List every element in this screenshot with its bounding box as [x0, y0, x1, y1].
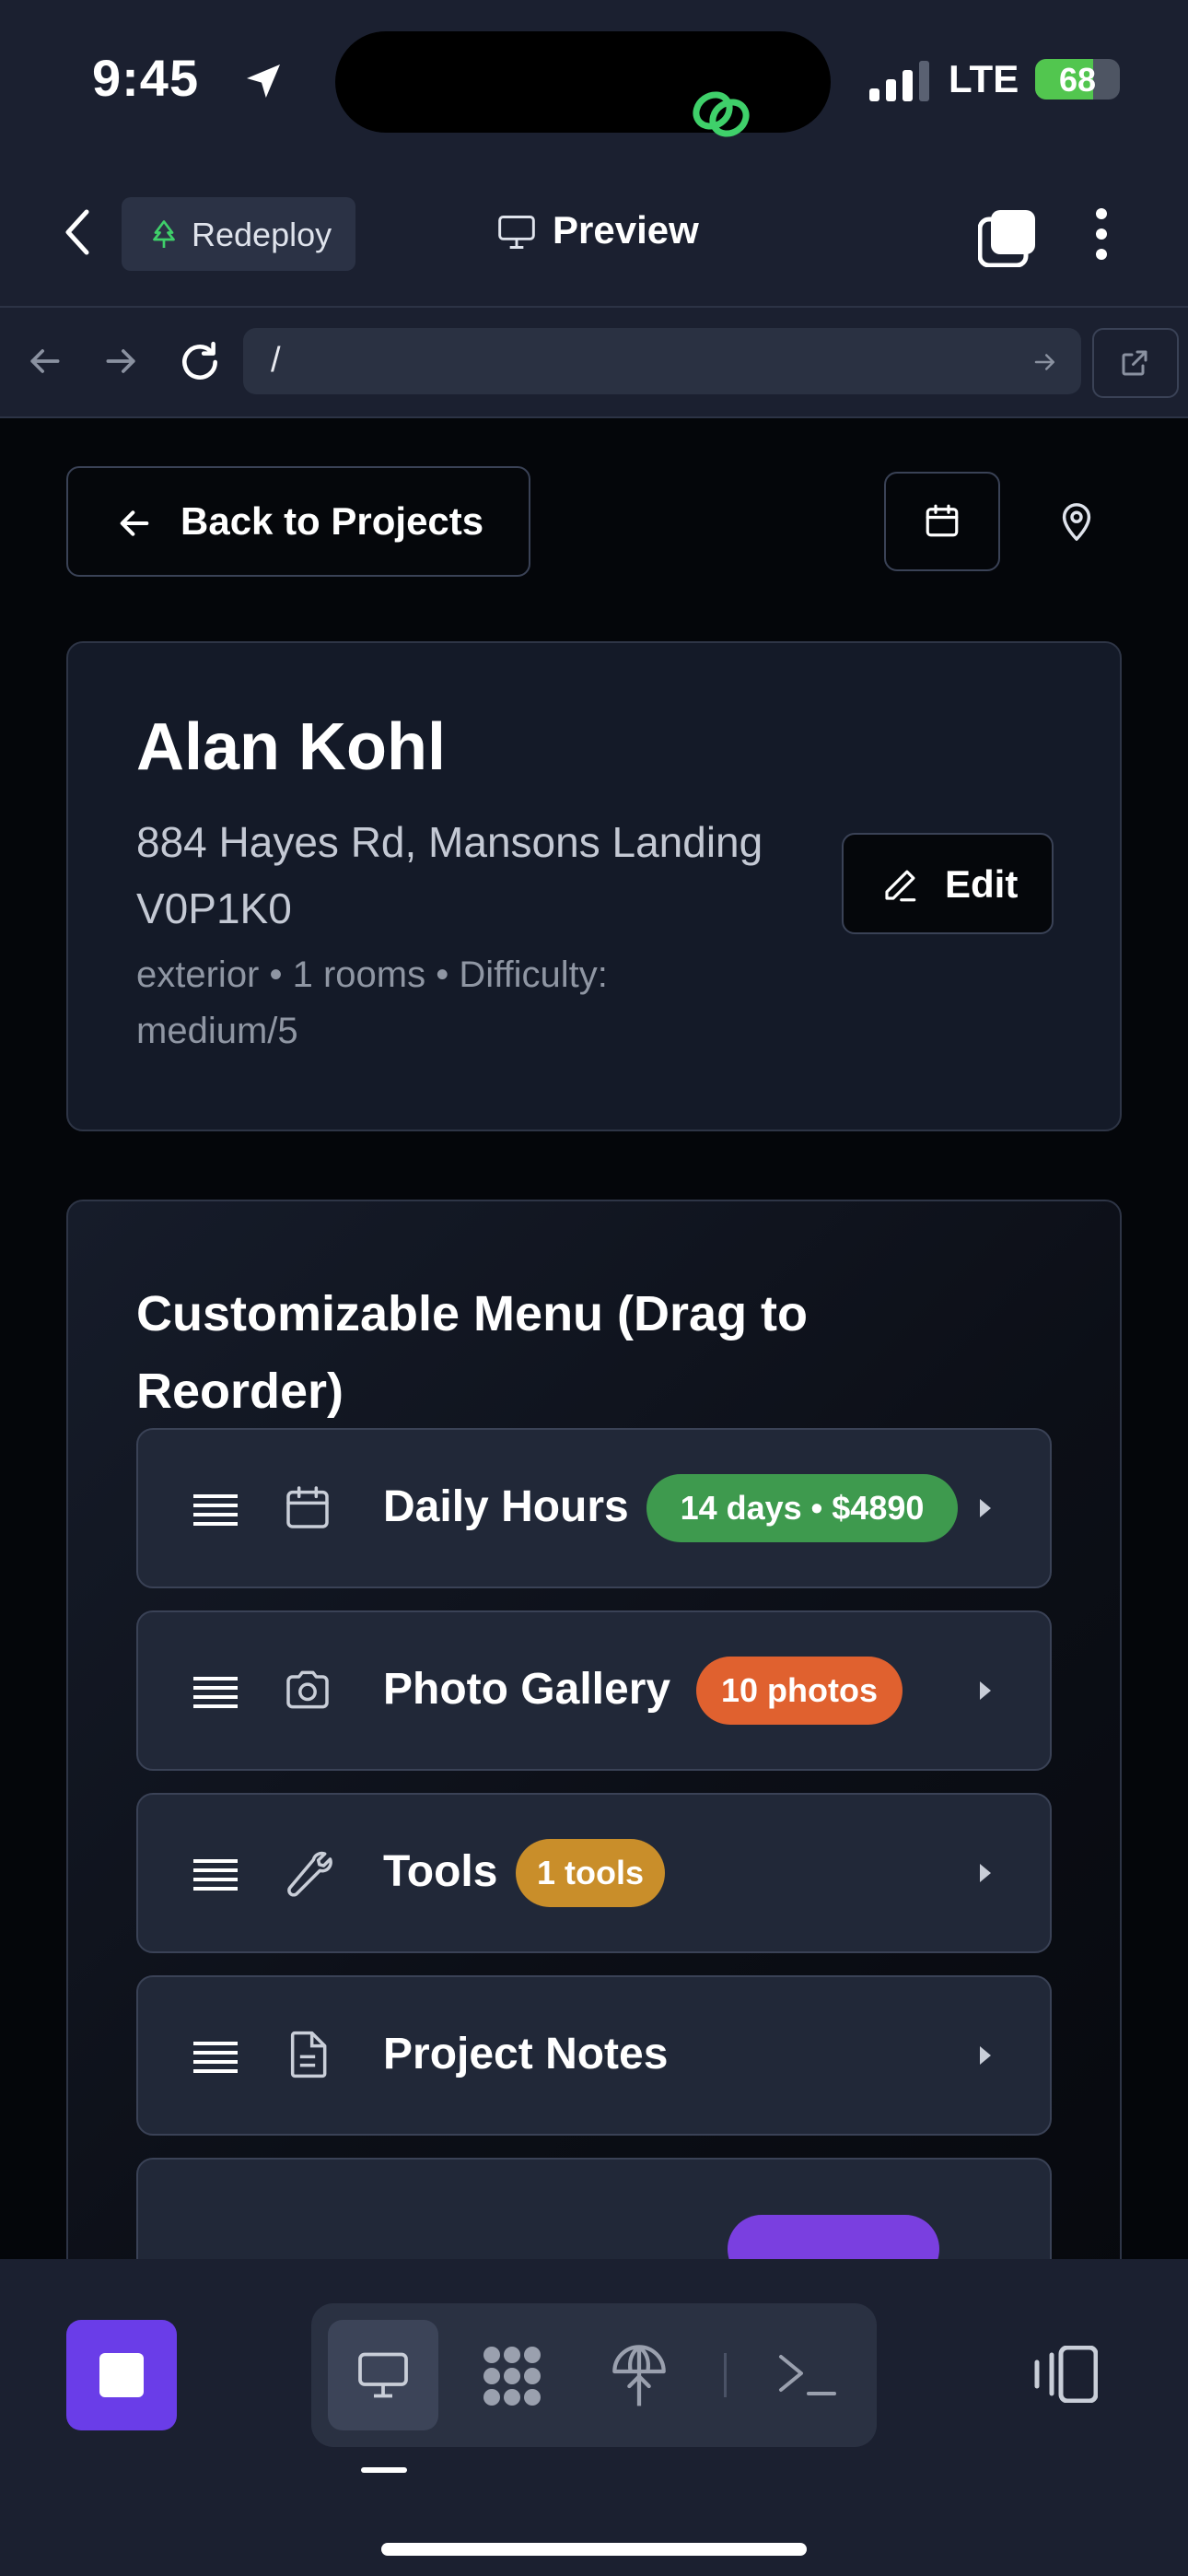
app-header: Redeploy Preview: [0, 166, 1188, 308]
menu-item-badge: 10 photos: [696, 1657, 903, 1725]
monitor-icon: [498, 216, 535, 249]
active-tab-indicator: [361, 2467, 407, 2473]
edit-label: Edit: [945, 862, 1019, 906]
toolbar-divider: [724, 2353, 727, 2397]
caret-right-icon: [980, 1499, 991, 1517]
device-layout-icon[interactable]: [1031, 2346, 1098, 2403]
menu-item-label: Daily Hours: [383, 1482, 629, 1531]
menu-item-badge: 1 tools: [516, 1839, 665, 1907]
drag-handle-icon[interactable]: [193, 1677, 238, 1708]
stop-icon: [99, 2353, 144, 2397]
project-info-card: Alan Kohl 884 Hayes Rd, Mansons Landing …: [66, 641, 1122, 1131]
arrow-left-icon: [120, 510, 149, 536]
tabs-icon[interactable]: [978, 208, 1037, 267]
redeploy-label: Redeploy: [192, 216, 332, 253]
open-external-button[interactable]: [1092, 328, 1179, 398]
monitor-icon: [358, 2352, 408, 2398]
network-type: LTE: [949, 57, 1019, 100]
menu-item-partial[interactable]: [136, 2158, 1052, 2259]
menu-item-photo-gallery[interactable]: Photo Gallery 10 photos: [136, 1610, 1052, 1771]
battery-indicator: 68: [1035, 59, 1120, 100]
menu-item-label: Project Notes: [383, 2030, 669, 2078]
menu-item-tools[interactable]: Tools 1 tools: [136, 1793, 1052, 1953]
url-input[interactable]: /: [243, 328, 1081, 394]
document-icon: [290, 2031, 327, 2078]
menu-title: Customizable Menu (Drag to Reorder): [136, 1286, 809, 1419]
calendar-button[interactable]: [884, 472, 1000, 571]
link-icon: [693, 91, 750, 137]
go-arrow-icon[interactable]: [1031, 348, 1059, 376]
address-line-1: 884 Hayes Rd, Mansons Landing: [136, 818, 763, 866]
battery-percentage: 68: [1058, 61, 1097, 99]
tool-extensions-button[interactable]: [457, 2320, 567, 2430]
redeploy-button[interactable]: Redeploy: [122, 197, 355, 271]
customizable-menu-card: Customizable Menu (Drag to Reorder) Dail…: [66, 1200, 1122, 2259]
pencil-icon: [885, 870, 916, 902]
status-time: 9:45: [92, 49, 200, 107]
edit-button[interactable]: Edit: [842, 833, 1054, 934]
dock-toolbar: [311, 2303, 877, 2447]
project-meta-line-1: exterior • 1 rooms • Difficulty:: [136, 954, 608, 995]
back-to-projects-label: Back to Projects: [181, 499, 484, 543]
extensions-grid-icon: [483, 2347, 541, 2406]
page-content: Back to Projects Alan Kohl 884 Hayes Rd,…: [0, 418, 1188, 2259]
location-arrow-icon: [247, 64, 280, 98]
url-text: /: [271, 341, 281, 380]
drag-handle-icon[interactable]: [193, 2042, 238, 2073]
arrow-right-icon[interactable]: [101, 341, 142, 381]
deploy-tree-icon: [153, 220, 175, 248]
external-link-icon: [1122, 350, 1147, 376]
menu-item-daily-hours[interactable]: Daily Hours 14 days • $4890: [136, 1428, 1052, 1588]
drag-handle-icon[interactable]: [193, 1494, 238, 1526]
tool-shell-button[interactable]: [753, 2320, 864, 2430]
bottom-dock: [0, 2259, 1188, 2576]
back-to-projects-button[interactable]: Back to Projects: [66, 466, 530, 577]
project-meta-line-2: medium/5: [136, 1011, 298, 1051]
tool-deploy-button[interactable]: [584, 2320, 694, 2430]
reload-icon[interactable]: [177, 339, 223, 385]
drag-handle-icon[interactable]: [193, 1859, 238, 1891]
calendar-icon: [926, 504, 959, 537]
menu-item-project-notes[interactable]: Project Notes: [136, 1975, 1052, 2136]
cellular-signal-icon: [869, 61, 929, 101]
menu-item-label: Tools: [383, 1847, 498, 1896]
caret-right-icon: [980, 2046, 991, 2065]
address-line-2: V0P1K0: [136, 884, 292, 932]
status-bar: 9:45 LTE 68: [0, 0, 1188, 166]
arrow-left-icon[interactable]: [24, 341, 64, 381]
dynamic-island: [335, 31, 831, 137]
more-options-icon[interactable]: [1092, 206, 1111, 262]
calendar-icon: [286, 1486, 329, 1528]
browser-toolbar: /: [0, 308, 1188, 418]
tool-preview-button[interactable]: [328, 2320, 438, 2430]
client-address: 884 Hayes Rd, Mansons Landing V0P1K0: [136, 809, 891, 942]
menu-item-badge: 14 days • $4890: [646, 1474, 958, 1542]
chevron-left-icon[interactable]: [61, 206, 94, 258]
menu-item-badge: [728, 2215, 939, 2259]
caret-right-icon: [980, 1681, 991, 1700]
wrench-icon: [287, 1851, 332, 1897]
deploy-icon: [612, 2345, 666, 2406]
map-pin-icon[interactable]: [1055, 499, 1098, 544]
client-name: Alan Kohl: [136, 710, 446, 784]
preview-label: Preview: [553, 208, 699, 252]
home-indicator: [381, 2543, 807, 2556]
camera-icon: [286, 1670, 329, 1709]
menu-item-label: Photo Gallery: [383, 1665, 671, 1714]
stop-button[interactable]: [66, 2320, 177, 2430]
caret-right-icon: [980, 1864, 991, 1882]
terminal-icon: [779, 2355, 836, 2395]
project-meta: exterior • 1 rooms • Difficulty: medium/…: [136, 947, 744, 1060]
